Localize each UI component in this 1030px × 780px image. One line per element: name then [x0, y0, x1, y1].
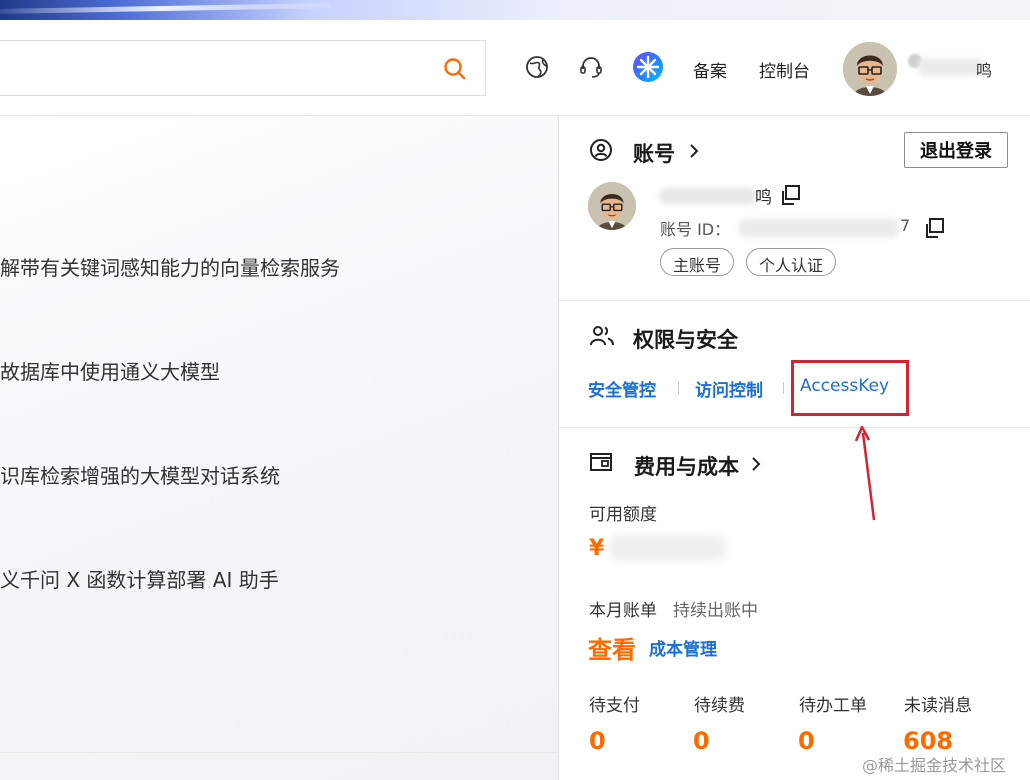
top-banner: [0, 0, 1030, 20]
unread-messages-label: 未读消息: [904, 696, 972, 716]
cost-management-link[interactable]: 成本管理: [649, 635, 717, 660]
pending-tickets-count[interactable]: 0: [798, 727, 815, 755]
personal-verification-tag: 个人认证: [746, 248, 837, 276]
available-quota-label: 可用额度: [589, 505, 657, 525]
account-name: 鸣: [659, 182, 772, 210]
pending-tickets-label: 待办工单: [799, 696, 867, 716]
pending-renewal-label: 待续费: [694, 696, 745, 716]
pending-payment-label: 待支付: [589, 696, 640, 716]
user-circle-icon: [590, 139, 612, 161]
top-header: 备案 控制台 鸣: [0, 20, 1030, 116]
account-id-label: 账号 ID：: [660, 220, 731, 239]
account-title[interactable]: 账号: [633, 138, 675, 168]
chevron-right-icon[interactable]: [687, 143, 701, 159]
search-input[interactable]: [9, 51, 433, 87]
copy-icon[interactable]: [923, 217, 945, 239]
security-control-link[interactable]: 安全管控: [588, 376, 656, 401]
divider: [0, 752, 558, 753]
security-title: 权限与安全: [633, 328, 738, 352]
account-avatar: [588, 182, 636, 230]
list-item[interactable]: 解带有关键词感知能力的向量检索服务: [0, 252, 340, 281]
console-link[interactable]: 控制台: [759, 57, 810, 82]
account-id-suffix: 7: [900, 216, 911, 235]
divider: [559, 427, 1030, 428]
headset-support-icon[interactable]: [578, 54, 604, 80]
monthly-bill-label: 本月账单: [589, 601, 657, 621]
account-id-value: [739, 219, 899, 237]
search-box[interactable]: [0, 40, 486, 96]
user-avatar[interactable]: [843, 42, 897, 96]
user-name-suffix: 鸣: [975, 61, 992, 80]
user-name[interactable]: 鸣: [908, 50, 992, 84]
link-separator: [783, 382, 784, 394]
chevron-right-icon[interactable]: [749, 456, 763, 472]
wallet-icon: [590, 453, 612, 471]
pending-payment-count[interactable]: 0: [589, 727, 606, 755]
annotation-arrow: [854, 425, 876, 521]
highlight-box: [791, 360, 909, 416]
pending-renewal-count[interactable]: 0: [693, 727, 710, 755]
access-control-link[interactable]: 访问控制: [695, 376, 763, 401]
account-name-suffix: 鸣: [755, 188, 772, 208]
watermark: @稀土掘金技术社区: [862, 756, 1007, 775]
users-icon: [590, 326, 614, 346]
cost-title[interactable]: 费用与成本: [634, 451, 739, 481]
ai-assistant-icon[interactable]: [632, 51, 664, 83]
currency-symbol: ¥: [589, 536, 605, 561]
list-item[interactable]: 故据库中使用通义大模型: [0, 356, 220, 385]
view-bill-link[interactable]: 查看: [588, 630, 636, 665]
copy-icon[interactable]: [779, 184, 801, 206]
list-item[interactable]: 识库检索增强的大模型对话系统: [0, 460, 280, 489]
unread-messages-count[interactable]: 608: [903, 727, 953, 755]
divider: [559, 300, 1030, 301]
account-dropdown-panel: 账号 退出登录 鸣 账号 ID： 7 主账号 个人认证 权限与安全 安全管控 访…: [558, 116, 1030, 780]
main-account-tag: 主账号: [660, 248, 735, 276]
content-list: 解带有关键词感知能力的向量检索服务 故据库中使用通义大模型 识库检索增强的大模型…: [0, 116, 558, 780]
list-item[interactable]: 义千问 X 函数计算部署 AI 助手: [0, 564, 279, 593]
search-icon[interactable]: [443, 57, 467, 81]
filing-link[interactable]: 备案: [693, 57, 727, 82]
link-separator: [678, 382, 679, 394]
logout-button[interactable]: 退出登录: [904, 132, 1008, 168]
bill-status: 持续出账中: [673, 601, 758, 621]
available-quota-value: [609, 536, 725, 560]
globe-icon[interactable]: [524, 54, 550, 80]
